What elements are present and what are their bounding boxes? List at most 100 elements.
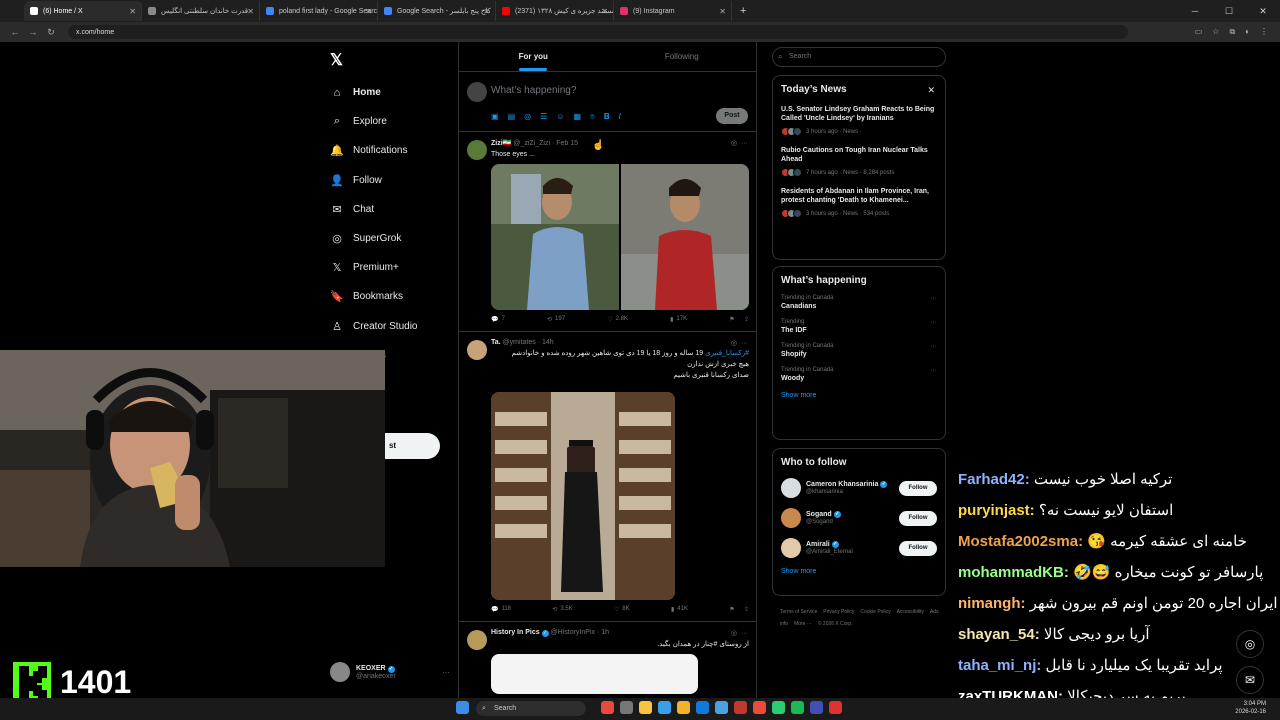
sidebar-item-bookmarks[interactable]: 🔖 Bookmarks: [330, 282, 417, 311]
search-input[interactable]: ⌕ Search: [772, 47, 946, 67]
image-icon[interactable]: ▣: [491, 112, 499, 122]
tweet-media[interactable]: [491, 392, 675, 600]
poll-icon[interactable]: ☰: [540, 112, 547, 122]
grok-icon[interactable]: ◎: [524, 112, 531, 122]
show-more-link[interactable]: Show more: [781, 392, 937, 399]
browser-tab[interactable]: (2371) مستند جزیره ی کیش ۱۳۲۸ ✕: [496, 1, 614, 21]
close-tab-icon[interactable]: ✕: [719, 7, 726, 16]
sidebar-item-notifications[interactable]: 🔔 Notifications: [330, 136, 417, 165]
sidebar-item-supergrok[interactable]: ◎ SuperGrok: [330, 224, 417, 253]
footer-link[interactable]: Terms of Service: [780, 609, 817, 615]
tweet[interactable]: Ta. @ymitates · 14h ◎ ··· #رکسانا_قنبری …: [459, 332, 756, 622]
obs-icon[interactable]: [829, 701, 842, 714]
show-more-link[interactable]: Show more: [781, 568, 937, 575]
footer-link[interactable]: Privacy Policy: [823, 609, 854, 615]
menu-icon[interactable]: ⋮: [1260, 27, 1268, 37]
follow-button[interactable]: Follow: [899, 510, 937, 526]
chat-username[interactable]: puryinjast:: [958, 502, 1035, 519]
more-icon[interactable]: ···: [930, 343, 937, 350]
mail-app-icon[interactable]: [715, 701, 728, 714]
cast-icon[interactable]: ▭: [1195, 27, 1203, 37]
browser-tab[interactable]: poland first lady - Google Search ✕: [260, 1, 378, 21]
back-icon[interactable]: ←: [6, 27, 24, 37]
close-tab-icon[interactable]: ✕: [483, 7, 490, 16]
more-icon[interactable]: ···: [930, 295, 937, 302]
tweet[interactable]: History In Pics ✓ @HistoryInPix · 1h ◎ ·…: [459, 622, 756, 700]
sidebar-item-premium-[interactable]: 𝕏 Premium+: [330, 253, 417, 282]
more-icon[interactable]: ···: [741, 140, 748, 147]
chat-username[interactable]: nimangh:: [958, 595, 1026, 612]
share-icon[interactable]: ⇪: [744, 606, 749, 613]
taskbar-search[interactable]: ⌕ Search: [476, 701, 586, 716]
edge-browser-icon[interactable]: [696, 701, 709, 714]
like-button[interactable]: ♡ 2.8K: [607, 316, 628, 323]
chrome-icon[interactable]: [639, 701, 652, 714]
spotify-icon[interactable]: [791, 701, 804, 714]
close-icon[interactable]: ✕: [927, 85, 935, 96]
follow-suggestion[interactable]: Cameron Khansarinia ✓ @khansarinia Follow: [781, 478, 937, 498]
star-icon[interactable]: ☆: [1212, 27, 1219, 37]
follow-button[interactable]: Follow: [899, 480, 937, 496]
more-icon[interactable]: ···: [442, 668, 450, 677]
sidebar-item-follow[interactable]: 👤 Follow: [330, 166, 417, 195]
maximize-button[interactable]: ☐: [1212, 0, 1246, 22]
like-button[interactable]: ♡ 8K: [614, 606, 630, 613]
system-clock[interactable]: 3:04 PM 2026-02-16: [1235, 700, 1266, 716]
chat-username[interactable]: Mostafa2002sma:: [958, 533, 1083, 550]
reply-button[interactable]: 💬 7: [491, 316, 505, 323]
folder-icon[interactable]: [677, 701, 690, 714]
browser-tab[interactable]: (6) Home / X ✕: [24, 1, 142, 21]
more-icon[interactable]: ···: [741, 630, 748, 637]
compose-input[interactable]: What’s happening?: [491, 85, 576, 96]
repost-button[interactable]: ⟲ 197: [547, 316, 565, 323]
views-button[interactable]: ▮ 41K: [671, 606, 688, 613]
news-item[interactable]: Residents of Abdanan in Ilam Province, I…: [781, 187, 937, 218]
youtube-icon[interactable]: [601, 701, 614, 714]
share-icon[interactable]: ⇪: [744, 316, 749, 323]
sidebar-item-chat[interactable]: ✉ Chat: [330, 195, 417, 224]
emoji-icon[interactable]: ☺: [556, 112, 564, 122]
messages-icon[interactable]: ✉: [1236, 666, 1264, 694]
more-icon[interactable]: ···: [741, 340, 748, 347]
chat-username[interactable]: Farhad42:: [958, 471, 1030, 488]
tab-following[interactable]: Following: [608, 42, 757, 71]
bold-icon[interactable]: B: [604, 112, 610, 122]
bookmark-icon[interactable]: ⚑: [729, 606, 734, 613]
grok-icon[interactable]: ◎: [731, 140, 737, 147]
x-logo[interactable]: 𝕏: [330, 50, 343, 70]
close-tab-icon[interactable]: ✕: [247, 7, 254, 16]
browser-tab[interactable]: قدرت خاندان سلطنتی انگلیس ✕: [142, 1, 260, 21]
gif-icon[interactable]: ▤: [508, 112, 516, 122]
location-icon[interactable]: ⌾: [590, 112, 595, 122]
italic-icon[interactable]: I: [619, 112, 621, 122]
footer-link[interactable]: Accessibility: [897, 609, 924, 615]
account-switcher[interactable]: KEOXER ✓ @ariakeoxer ···: [330, 662, 450, 682]
bookmark-icon[interactable]: ⚑: [729, 316, 734, 323]
app-icon[interactable]: [810, 701, 823, 714]
hashtag-link[interactable]: #رکسانا_قنبری: [705, 350, 749, 357]
tweet-author[interactable]: Ta.: [491, 339, 501, 346]
profile-icon[interactable]: ◐: [1245, 27, 1250, 37]
sidebar-item-creator-studio[interactable]: ♙ Creator Studio: [330, 312, 417, 341]
schedule-icon[interactable]: ▦: [573, 112, 581, 122]
compose-post-button[interactable]: Post: [716, 108, 748, 124]
repost-button[interactable]: ⟲ 3.5K: [552, 606, 572, 613]
reload-icon[interactable]: ↻: [42, 27, 60, 38]
more-icon[interactable]: ···: [930, 367, 937, 374]
record-icon[interactable]: [753, 701, 766, 714]
follow-suggestion[interactable]: Sogand ✓ @Sogand Follow: [781, 508, 937, 528]
url-field[interactable]: x.com/home: [68, 25, 1128, 39]
trend-item[interactable]: Trending in Canada Woody ···: [781, 367, 937, 382]
chat-username[interactable]: mohammadKB:: [958, 564, 1069, 581]
close-tab-icon[interactable]: ✕: [601, 7, 608, 16]
tab-for-you[interactable]: For you: [459, 42, 608, 71]
close-window-button[interactable]: ✕: [1246, 0, 1280, 22]
news-item[interactable]: Rubio Cautions on Tough Iran Nuclear Tal…: [781, 146, 937, 177]
tweet-author[interactable]: History In Pics: [491, 629, 540, 636]
trend-item[interactable]: Trending The IDF ···: [781, 319, 937, 334]
grok-icon[interactable]: ◎: [731, 340, 737, 347]
tweet-media[interactable]: [491, 164, 749, 310]
follow-button[interactable]: Follow: [899, 540, 937, 556]
views-button[interactable]: ▮ 17K: [670, 316, 687, 323]
footer-link[interactable]: Cookie Policy: [860, 609, 890, 615]
